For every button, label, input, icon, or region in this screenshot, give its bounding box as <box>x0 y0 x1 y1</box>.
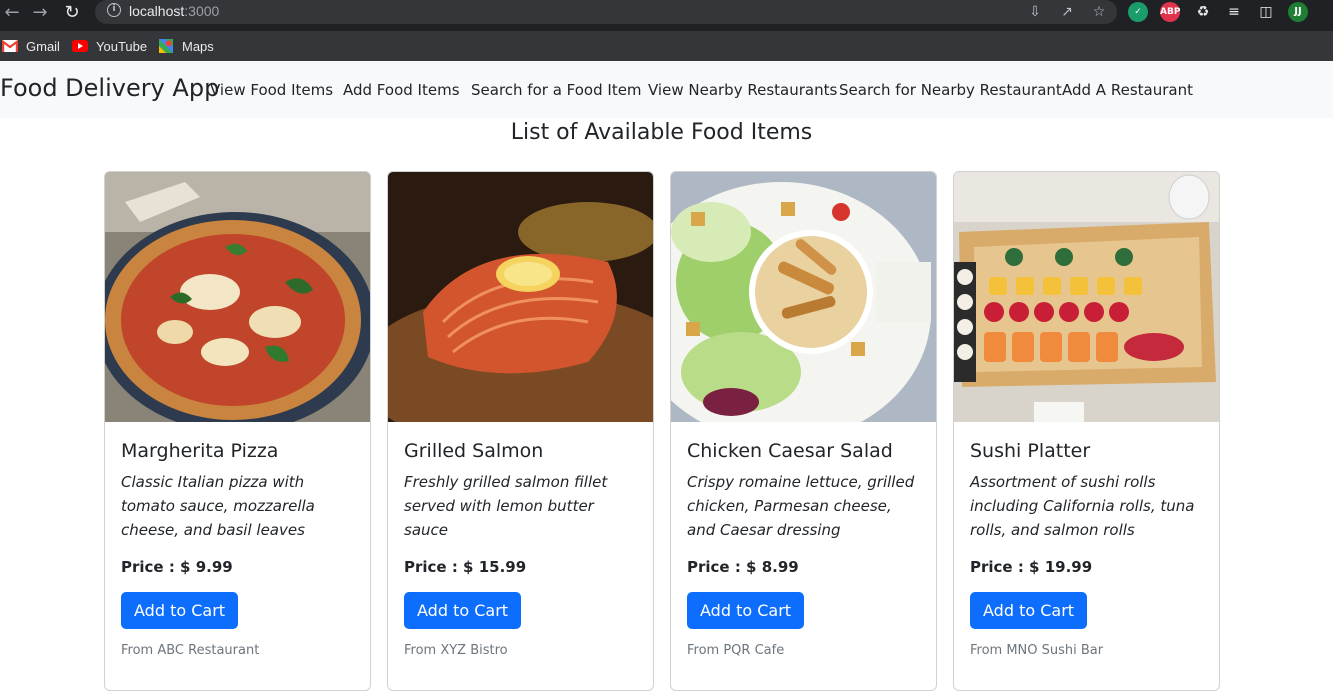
food-price: Price : $ 15.99 <box>404 558 527 576</box>
food-name: Sushi Platter <box>970 440 1091 462</box>
back-arrow-icon[interactable]: ← <box>0 0 24 24</box>
bookmark-maps[interactable]: Maps <box>158 36 214 56</box>
app-navbar: Food Delivery App View Food Items Add Fo… <box>0 61 1333 118</box>
food-card: Margherita Pizza Classic Italian pizza w… <box>104 171 371 691</box>
pizza-image <box>105 172 370 422</box>
shield-extension-icon[interactable]: ✓ <box>1128 2 1148 22</box>
nav-link-view-food-items[interactable]: View Food Items <box>210 81 333 99</box>
page-title: List of Available Food Items <box>510 120 813 145</box>
reload-icon[interactable]: ↻ <box>60 0 84 24</box>
bookmarks-bar: Gmail YouTube Maps <box>0 31 1333 61</box>
food-description: Assortment of sushi rolls including Cali… <box>970 473 1195 539</box>
adblock-plus-icon[interactable]: ABP <box>1160 2 1180 22</box>
restaurant-source: From PQR Cafe <box>687 643 785 658</box>
restaurant-source: From XYZ Bistro <box>404 643 508 658</box>
food-description: Classic Italian pizza with tomato sauce,… <box>121 473 315 539</box>
bookmark-label: Gmail <box>26 38 60 54</box>
add-to-cart-button[interactable]: Add to Cart <box>404 592 522 629</box>
nav-link-view-nearby-restaurants[interactable]: View Nearby Restaurants <box>648 81 837 99</box>
browser-toolbar: ← → ↻ i localhost:3000 ⇩ ↗ ☆ ✓ ABP ♻ ≡ ◫… <box>0 0 1333 31</box>
bookmark-star-icon[interactable]: ☆ <box>1089 2 1109 22</box>
extensions-puzzle-icon[interactable]: ♻ <box>1193 2 1213 22</box>
food-card: Sushi Platter Assortment of sushi rolls … <box>953 171 1220 691</box>
install-app-icon[interactable]: ⇩ <box>1025 2 1045 22</box>
maps-icon <box>159 39 173 53</box>
reading-list-icon[interactable]: ≡ <box>1224 2 1244 22</box>
navbar-brand[interactable]: Food Delivery App <box>0 74 219 102</box>
nav-link-add-food-items[interactable]: Add Food Items <box>343 81 460 99</box>
forward-arrow-icon[interactable]: → <box>28 0 52 24</box>
bookmark-gmail[interactable]: Gmail <box>2 36 60 56</box>
restaurant-source: From ABC Restaurant <box>121 643 260 658</box>
salmon-image <box>388 172 653 422</box>
food-description: Crispy romaine lettuce, grilled chicken,… <box>687 473 915 539</box>
gmail-icon <box>2 40 18 52</box>
add-to-cart-button[interactable]: Add to Cart <box>970 592 1088 629</box>
food-card: Grilled Salmon Freshly grilled salmon fi… <box>387 171 654 691</box>
bookmark-youtube[interactable]: YouTube <box>72 36 147 56</box>
side-panel-icon[interactable]: ◫ <box>1256 2 1276 22</box>
nav-link-search-nearby-restaurant[interactable]: Search for Nearby Restaurant <box>839 81 1062 99</box>
food-description: Freshly grilled salmon fillet served wit… <box>404 473 608 539</box>
restaurant-source: From MNO Sushi Bar <box>970 643 1104 658</box>
profile-avatar[interactable]: JJ <box>1288 2 1308 22</box>
youtube-icon <box>72 40 88 52</box>
food-card: Chicken Caesar Salad Crispy romaine lett… <box>670 171 937 691</box>
bookmark-label: Maps <box>182 38 214 54</box>
nav-link-search-food-item[interactable]: Search for a Food Item <box>471 81 642 99</box>
site-info-icon[interactable]: i <box>107 3 121 17</box>
url-text[interactable]: localhost:3000 <box>129 3 219 19</box>
bookmark-label: YouTube <box>96 38 148 54</box>
food-name: Grilled Salmon <box>404 440 544 462</box>
address-bar[interactable]: i localhost:3000 ⇩ ↗ ☆ <box>95 0 1117 24</box>
food-price: Price : $ 8.99 <box>687 558 799 576</box>
sushi-image <box>954 172 1219 422</box>
add-to-cart-button[interactable]: Add to Cart <box>121 592 239 629</box>
food-name: Margherita Pizza <box>121 440 279 462</box>
food-name: Chicken Caesar Salad <box>687 440 893 462</box>
share-icon[interactable]: ↗ <box>1057 2 1077 22</box>
food-price: Price : $ 19.99 <box>970 558 1093 576</box>
food-price: Price : $ 9.99 <box>121 558 233 576</box>
nav-link-add-restaurant[interactable]: Add A Restaurant <box>1062 81 1193 99</box>
add-to-cart-button[interactable]: Add to Cart <box>687 592 805 629</box>
salad-image <box>671 172 936 422</box>
